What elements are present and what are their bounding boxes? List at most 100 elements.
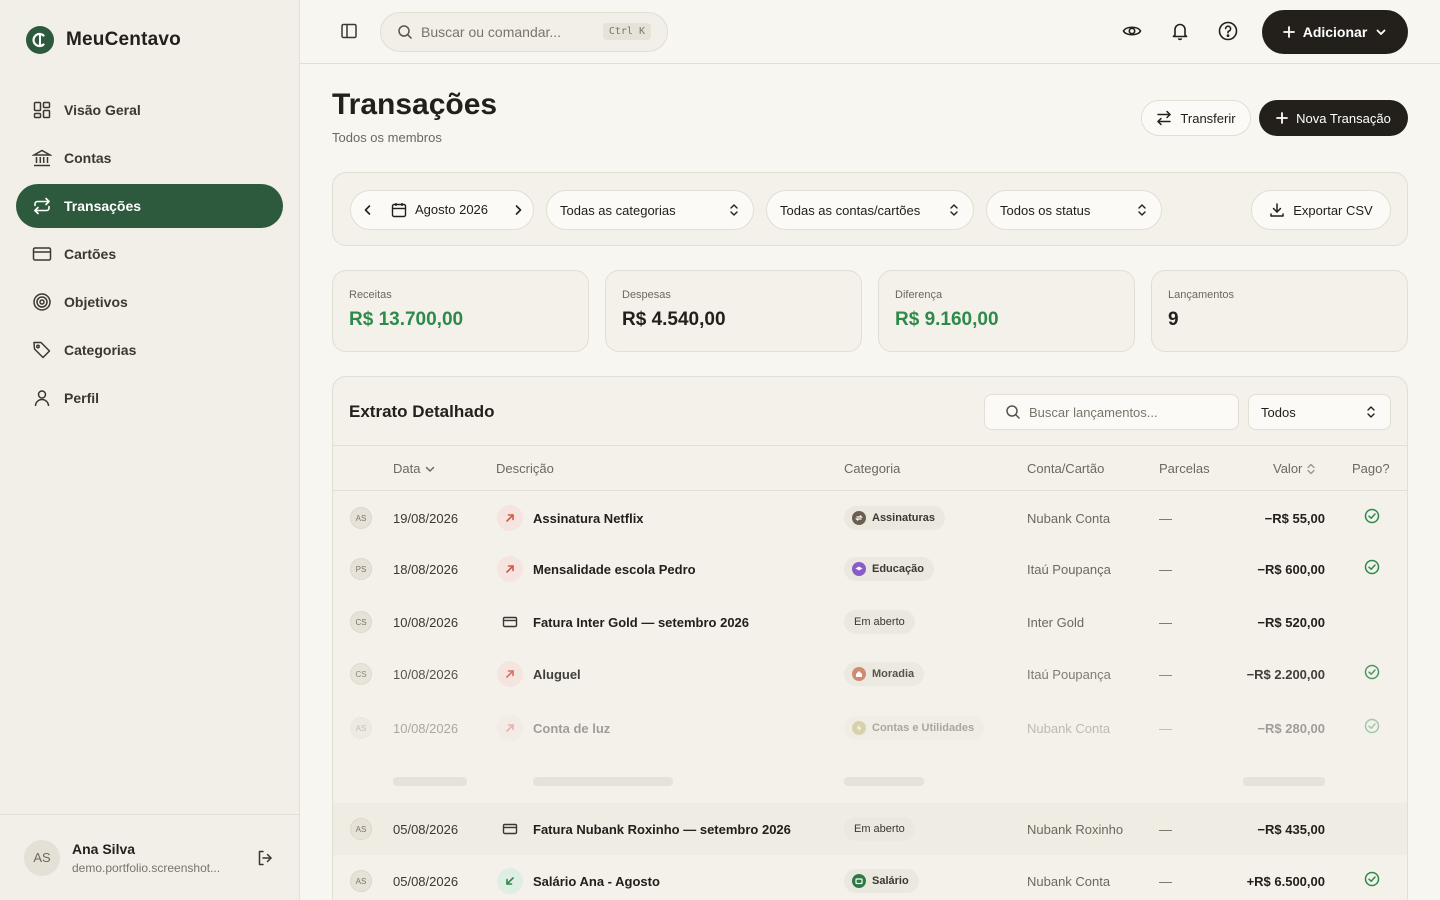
check-circle-icon[interactable] [1364, 508, 1380, 524]
chevron-right-icon[interactable] [511, 203, 525, 217]
table-row[interactable]: CS 10/08/2026 Fatura Inter Gold — setemb… [333, 596, 1407, 648]
sidebar-item-cartoes[interactable]: Cartões [16, 232, 283, 276]
entries-search-input[interactable]: Buscar lançamentos... [984, 394, 1239, 430]
account-filter[interactable]: Todas as contas/cartões [766, 190, 974, 230]
user-panel: AS Ana Silva demo.portfolio.screenshot..… [0, 814, 299, 900]
period-label[interactable]: Agosto 2026 [415, 202, 488, 217]
chevron-updown-icon [727, 203, 741, 217]
type-filter-select[interactable]: Todos [1248, 394, 1391, 430]
row-installments: — [1159, 667, 1172, 682]
category-label: Em aberto [854, 823, 905, 835]
row-date: 05/08/2026 [393, 822, 459, 837]
category-filter[interactable]: Todas as categorias [546, 190, 754, 230]
table-header: Data Descrição Categoria Conta/Cartão Pa… [333, 445, 1407, 491]
member-avatar: AS [350, 870, 372, 892]
sidebar-item-label: Perfil [64, 390, 100, 406]
category-label: Moradia [872, 668, 915, 680]
sidebar-item-visao-geral[interactable]: Visão Geral [16, 88, 283, 132]
bell-icon[interactable] [1170, 21, 1190, 41]
category-badge: Contas e Utilidades [844, 716, 985, 740]
column-header-date[interactable]: Data [393, 461, 436, 476]
calendar-icon [391, 202, 407, 218]
sidebar-item-perfil[interactable]: Perfil [16, 376, 283, 420]
check-circle-icon[interactable] [1364, 664, 1380, 680]
table-row[interactable]: AS 05/08/2026 Salário Ana - Agosto Salár… [333, 855, 1407, 900]
row-description: Salário Ana - Agosto [533, 874, 660, 889]
home-icon [852, 667, 866, 681]
row-amount: −R$ 55,00 [1264, 511, 1325, 526]
row-description: Fatura Nubank Roxinho — setembro 2026 [533, 822, 791, 837]
stat-label: Receitas [349, 289, 392, 301]
sidebar-toggle-icon[interactable] [340, 22, 358, 40]
status-filter[interactable]: Todos os status [986, 190, 1162, 230]
column-header-installments: Parcelas [1159, 461, 1210, 476]
row-account: Nubank Roxinho [1027, 822, 1124, 837]
row-account: Itaú Poupança [1027, 562, 1111, 577]
status-badge: Em aberto [844, 610, 915, 634]
dashboard-icon [32, 100, 52, 120]
chevron-left-icon[interactable] [361, 203, 375, 217]
member-avatar: CS [350, 611, 372, 633]
command-search[interactable]: Buscar ou comandar... Ctrl K [380, 12, 668, 52]
arrow-down-left-icon [497, 868, 523, 894]
topbar: Buscar ou comandar... Ctrl K Adicionar [300, 0, 1440, 64]
main-nav: Visão Geral Contas Transações Cartões Ob… [16, 88, 283, 424]
arrow-up-right-icon [497, 661, 523, 687]
logo-icon [26, 26, 54, 54]
brand[interactable]: MeuCentavo [26, 26, 181, 54]
row-amount: +R$ 6.500,00 [1246, 874, 1325, 889]
row-account: Nubank Conta [1027, 511, 1111, 526]
sidebar: MeuCentavo Visão Geral Contas Transações… [0, 0, 300, 900]
sidebar-item-transacoes[interactable]: Transações [16, 184, 283, 228]
chevron-down-icon [1375, 26, 1387, 38]
chevron-updown-icon [1364, 405, 1378, 419]
avatar[interactable]: AS [24, 839, 60, 876]
add-button[interactable]: Adicionar [1262, 10, 1408, 54]
user-info: Ana Silva demo.portfolio.screenshot... [72, 841, 232, 875]
stat-value: R$ 4.540,00 [622, 309, 726, 330]
arrow-up-right-icon [497, 505, 523, 531]
row-account: Nubank Conta [1027, 721, 1111, 736]
row-amount: −R$ 2.200,00 [1246, 667, 1325, 682]
table-row[interactable]: AS 05/08/2026 Fatura Nubank Roxinho — se… [333, 803, 1407, 855]
table-row[interactable]: PS 18/08/2026 Mensalidade escola Pedro E… [333, 543, 1407, 595]
table-row[interactable]: CS 10/08/2026 Aluguel Moradia Itaú Poupa… [333, 648, 1407, 700]
member-avatar: CS [350, 663, 372, 685]
table-row[interactable]: AS 10/08/2026 Conta de luz Contas e Util… [333, 702, 1407, 754]
column-header-value[interactable]: Valor [1273, 461, 1316, 476]
lightning-icon [852, 721, 866, 735]
stat-value: R$ 13.700,00 [349, 309, 464, 330]
category-label: Salário [872, 875, 909, 887]
sidebar-item-categorias[interactable]: Categorias [16, 328, 283, 372]
stat-value: R$ 9.160,00 [895, 309, 999, 330]
new-transaction-button[interactable]: Nova Transação [1259, 100, 1408, 136]
logout-icon[interactable] [256, 849, 274, 867]
row-account: Nubank Conta [1027, 874, 1111, 889]
account-filter-value: Todas as contas/cartões [780, 202, 921, 218]
stat-card-entries: Lançamentos 9 [1151, 270, 1408, 352]
eye-icon[interactable] [1122, 21, 1142, 41]
chevron-updown-icon [1135, 203, 1149, 217]
row-amount: −R$ 600,00 [1257, 562, 1325, 577]
check-circle-icon[interactable] [1364, 871, 1380, 887]
search-icon [397, 24, 413, 40]
category-filter-value: Todas as categorias [560, 202, 676, 218]
member-avatar: AS [350, 818, 372, 840]
sidebar-item-contas[interactable]: Contas [16, 136, 283, 180]
check-circle-icon[interactable] [1364, 559, 1380, 575]
brand-name: MeuCentavo [66, 29, 181, 50]
check-circle-icon[interactable] [1364, 718, 1380, 734]
sort-desc-icon [424, 463, 436, 475]
transfer-button[interactable]: Transferir [1141, 100, 1251, 136]
table-row[interactable]: AS 19/08/2026 Assinatura Netflix Assinat… [333, 492, 1407, 544]
row-date: 10/08/2026 [393, 615, 459, 630]
member-avatar: AS [350, 717, 372, 739]
download-icon [1269, 202, 1285, 218]
stat-value: 9 [1168, 309, 1179, 330]
bank-icon [32, 148, 52, 168]
row-installments: — [1159, 822, 1172, 837]
column-header-category: Categoria [844, 461, 901, 476]
export-csv-button[interactable]: Exportar CSV [1251, 190, 1391, 230]
sidebar-item-objetivos[interactable]: Objetivos [16, 280, 283, 324]
help-icon[interactable] [1218, 21, 1238, 41]
